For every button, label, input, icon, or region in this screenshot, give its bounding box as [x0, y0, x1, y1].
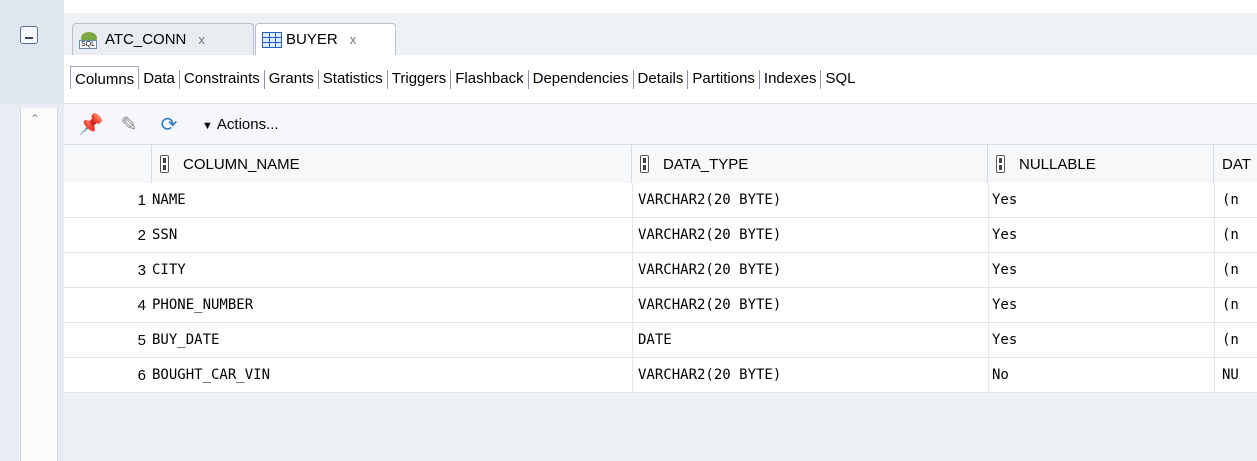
default-cell[interactable]: (n	[1222, 183, 1257, 218]
editor-tab-bar: ATC_CONN x BUYER x	[64, 13, 1257, 55]
subtab-statistics[interactable]: Statistics	[319, 70, 388, 89]
default-cell[interactable]: NU	[1222, 358, 1257, 393]
subtab-indexes[interactable]: Indexes	[760, 70, 822, 89]
sort-icon	[996, 155, 1005, 173]
tab-label: BUYER	[286, 31, 338, 48]
actions-label: Actions...	[216, 116, 279, 133]
table-row[interactable]: 6 BOUGHT_CAR_VIN VARCHAR2(20 BYTE) No NU	[64, 358, 1257, 393]
column-header-label: DAT	[1222, 155, 1251, 173]
column-header-column-name[interactable]: COLUMN_NAME	[152, 145, 632, 183]
row-number: 4	[137, 297, 146, 314]
row-number: 6	[137, 367, 146, 384]
grid-header: COLUMN_NAME DATA_TYPE NULLABLE DAT	[64, 145, 1257, 184]
sort-icon	[160, 155, 169, 173]
subtab-grants[interactable]: Grants	[265, 70, 319, 89]
object-subtabs: Columns Data Constraints Grants Statisti…	[64, 55, 1257, 104]
subtab-flashback[interactable]: Flashback	[451, 70, 529, 89]
table-row[interactable]: 5 BUY_DATE DATE Yes (n	[64, 323, 1257, 358]
column-name-cell[interactable]: CITY	[152, 253, 630, 288]
table-icon	[262, 31, 282, 48]
chevron-down-icon: ▼	[202, 120, 213, 132]
data-type-cell[interactable]: VARCHAR2(20 BYTE)	[638, 358, 984, 393]
data-type-cell[interactable]: VARCHAR2(20 BYTE)	[638, 183, 984, 218]
subtab-data[interactable]: Data	[139, 70, 180, 89]
row-number: 3	[137, 262, 146, 279]
column-name-cell[interactable]: BUY_DATE	[152, 323, 630, 358]
column-header-data-default[interactable]: DAT	[1214, 145, 1257, 183]
subtab-sql[interactable]: SQL	[821, 70, 859, 89]
nullable-cell[interactable]: Yes	[992, 183, 1212, 218]
table-row[interactable]: 2 SSN VARCHAR2(20 BYTE) Yes (n	[64, 218, 1257, 253]
data-type-cell[interactable]: VARCHAR2(20 BYTE)	[638, 218, 984, 253]
database-connection-icon	[79, 30, 101, 50]
minimize-button[interactable]	[20, 26, 38, 44]
data-type-cell[interactable]: VARCHAR2(20 BYTE)	[638, 288, 984, 323]
close-icon[interactable]: x	[350, 32, 357, 47]
tab-atc-conn[interactable]: ATC_CONN x	[72, 23, 254, 55]
tab-buyer[interactable]: BUYER x	[255, 23, 396, 55]
refresh-icon[interactable]: ⟳	[156, 112, 182, 136]
column-name-cell[interactable]: SSN	[152, 218, 630, 253]
column-header-label: COLUMN_NAME	[183, 155, 300, 173]
side-scroll-strip[interactable]	[20, 108, 58, 461]
default-cell[interactable]: (n	[1222, 323, 1257, 358]
row-number: 2	[137, 227, 146, 244]
nullable-cell[interactable]: Yes	[992, 218, 1212, 253]
nullable-cell[interactable]: Yes	[992, 288, 1212, 323]
scroll-up-arrow-icon[interactable]: ⌃	[28, 112, 42, 126]
edit-icon[interactable]: ✎	[116, 112, 142, 136]
default-cell[interactable]: (n	[1222, 218, 1257, 253]
subtab-triggers[interactable]: Triggers	[388, 70, 452, 89]
tab-label: ATC_CONN	[105, 31, 187, 48]
default-cell[interactable]: (n	[1222, 253, 1257, 288]
pin-icon[interactable]: 📌	[78, 112, 104, 136]
subtab-columns[interactable]: Columns	[70, 66, 140, 89]
nullable-cell[interactable]: Yes	[992, 323, 1212, 358]
sort-icon	[640, 155, 649, 173]
actions-menu[interactable]: ▼ Actions...	[202, 116, 279, 133]
table-row[interactable]: 4 PHONE_NUMBER VARCHAR2(20 BYTE) Yes (n	[64, 288, 1257, 323]
subtab-partitions[interactable]: Partitions	[688, 70, 760, 89]
grid-empty-area	[64, 393, 1257, 461]
row-number: 5	[137, 332, 146, 349]
nullable-cell[interactable]: No	[992, 358, 1212, 393]
column-header-nullable[interactable]: NULLABLE	[988, 145, 1214, 183]
table-row[interactable]: 3 CITY VARCHAR2(20 BYTE) Yes (n	[64, 253, 1257, 288]
column-header-label: DATA_TYPE	[663, 155, 749, 173]
grid-toolbar: 📌 ✎ ⟳ ▼ Actions...	[64, 104, 1257, 145]
column-name-cell[interactable]: NAME	[152, 183, 630, 218]
close-icon[interactable]: x	[198, 32, 205, 47]
data-type-cell[interactable]: DATE	[638, 323, 984, 358]
subtab-constraints[interactable]: Constraints	[180, 70, 265, 89]
default-cell[interactable]: (n	[1222, 288, 1257, 323]
column-header-data-type[interactable]: DATA_TYPE	[632, 145, 988, 183]
table-row[interactable]: 1 NAME VARCHAR2(20 BYTE) Yes (n	[64, 183, 1257, 218]
column-name-cell[interactable]: BOUGHT_CAR_VIN	[152, 358, 630, 393]
nullable-cell[interactable]: Yes	[992, 253, 1212, 288]
column-name-cell[interactable]: PHONE_NUMBER	[152, 288, 630, 323]
subtab-details[interactable]: Details	[634, 70, 689, 89]
left-top-panel	[0, 0, 64, 104]
row-number-header	[64, 145, 152, 183]
columns-grid: COLUMN_NAME DATA_TYPE NULLABLE DAT 1 NAM…	[64, 145, 1257, 461]
subtab-dependencies[interactable]: Dependencies	[529, 70, 634, 89]
row-number: 1	[137, 192, 146, 209]
column-header-label: NULLABLE	[1019, 155, 1096, 173]
data-type-cell[interactable]: VARCHAR2(20 BYTE)	[638, 253, 984, 288]
